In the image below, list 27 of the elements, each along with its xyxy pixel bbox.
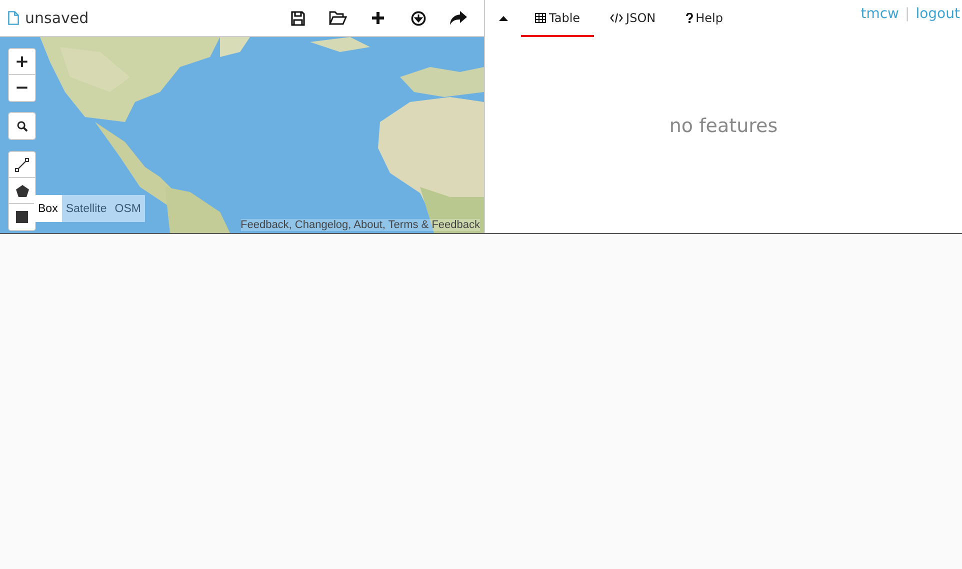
tab[interactable]: JSON: [596, 0, 670, 37]
file-icon: [8, 11, 19, 25]
folder-icon: [329, 11, 347, 25]
caret-icon: [498, 16, 508, 21]
line-icon: [15, 158, 29, 172]
tab[interactable]: Help: [672, 0, 737, 37]
layer-button[interactable]: OSM: [110, 195, 145, 222]
table-icon: [535, 12, 546, 22]
empty-message: no features: [669, 115, 778, 139]
download-icon: [410, 10, 426, 26]
line-tool-button[interactable]: [9, 152, 35, 178]
save-icon: [291, 10, 305, 26]
layer-button[interactable]: Satellite: [62, 195, 111, 222]
tab[interactable]: Table: [521, 0, 594, 37]
attribution-text: Feedback, Changelog, About, Terms & Feedback: [240, 219, 480, 231]
code-icon: [610, 12, 624, 22]
search-icon: [16, 120, 28, 132]
layer-button[interactable]: Box: [34, 195, 62, 222]
plus-icon: [371, 11, 385, 25]
file-name: unsaved: [25, 9, 90, 27]
square-icon: [16, 211, 28, 223]
question-icon: [686, 12, 693, 22]
search-button[interactable]: [9, 113, 35, 139]
zoom-in-button[interactable]: +: [9, 49, 35, 75]
share-icon: [450, 11, 466, 25]
separator: |: [905, 6, 910, 22]
pentagon-icon: [16, 184, 28, 196]
